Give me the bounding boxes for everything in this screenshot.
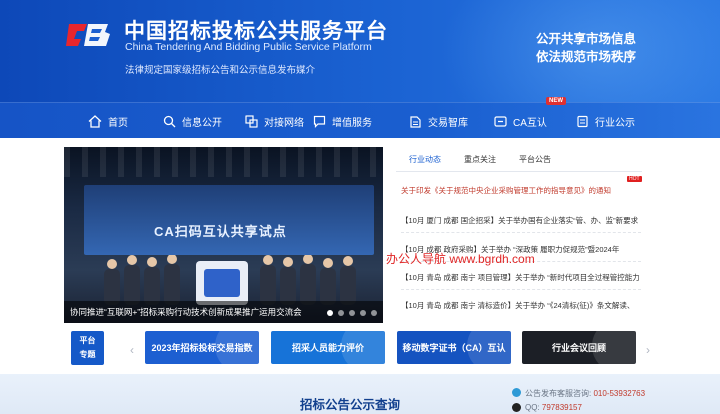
tab-key-focus[interactable]: 重点关注 [464,154,496,165]
next-arrow-icon[interactable]: › [646,343,650,357]
hotline-label: 公告发布客服咨询: [525,389,592,398]
slogan-line: 依法规范市场秩序 [535,50,636,64]
hotline: 公告发布客服咨询: 010-53932763 [525,388,645,399]
nav-label: 信息公开 [182,117,222,129]
platform-label-line: 专题 [79,350,96,359]
news-headline[interactable]: 关于印发《关于规范中央企业采购管理工作的指导意见》的通知 [401,185,611,196]
platform-label-line: 平台 [79,336,96,345]
slider-dot[interactable] [360,310,366,316]
tab-platform-notice[interactable]: 平台公告 [519,154,551,165]
nav-item-home[interactable]: 首页 [88,103,128,139]
headset-icon [512,388,521,397]
prev-arrow-icon[interactable]: ‹ [130,343,134,357]
chat-icon [313,115,326,128]
book-icon [410,115,421,128]
nav-label: 首页 [108,117,128,129]
nav-item-info-disclosure[interactable]: 信息公开 [163,103,222,139]
nav-label: 对接网络 [264,117,304,129]
nav-item-industry-notice[interactable]: 行业公示 [576,103,635,139]
nav-item-think-tank[interactable]: 交易智库 [409,103,468,139]
qq-number[interactable]: 797839157 [542,403,582,412]
site-tagline: 法律规定国家级招标公告和公示信息发布媒介 [125,65,316,76]
site-header: 中国招标投标公共服务平台 China Tendering And Bidding… [0,0,720,102]
news-item[interactable]: 【10月 青岛 成都 南宁 项目管理】关于举办 “新时代项目全过程管控能力 [401,272,641,283]
slider-dot[interactable] [371,310,377,316]
news-item[interactable]: 【10月 青岛 成都 南宁 清标造价】关于举办 “《24清标(征)》条文解读、 [401,300,641,311]
header-slogan: 公开共享市场信息 依法规范市场秩序 [536,30,636,66]
slide-caption[interactable]: 协同推进“互联网+”招标采购行动技术创新成果推广运用交流会 [70,306,302,318]
new-badge: NEW [546,97,566,105]
slide-image [84,185,374,255]
tab-industry-news[interactable]: 行业动态 [409,154,441,165]
main-nav: 首页 信息公开 对接网络 增值服务 交易智库 CA互认 NEW 行业公示 [0,97,720,139]
nav-item-ca-mutual[interactable]: CA互认 NEW [494,97,566,139]
nav-label: CA互认 [513,117,547,129]
nav-label: 交易智库 [428,117,468,129]
card-label: 招采人员能力评价 [291,343,364,353]
page: 中国招标投标公共服务平台 China Tendering And Bidding… [0,0,720,414]
news-item[interactable]: 【10月 厦门 成都 国企招采】关于举办国有企业落实“管、办、监”新要求 [401,215,641,226]
slider-dot[interactable] [349,310,355,316]
slider-dot[interactable] [327,310,333,316]
news-slider[interactable]: CA扫码互认共享试点 协同推进“互联网+”招标采购行动技术创新成果推广运用交流会 [64,147,383,323]
hot-badge: HOT [627,176,642,182]
slogan-line: 公开共享市场信息 [535,32,636,46]
search-icon [163,115,176,127]
divider [401,289,641,290]
slide-people-illustration [104,255,356,305]
list-icon [577,115,588,127]
card-ca-mutual[interactable]: 移动数字证书（CA）互认 [397,331,511,364]
slide-screen-text: CA扫码互认共享试点 [154,224,287,239]
slider-dots [327,310,377,316]
hotline-number[interactable]: 010-53932763 [593,389,645,398]
card-label: 2023年招标投标交易指数 [151,343,253,353]
news-tabs: 行业动态 重点关注 平台公告 [396,148,642,172]
site-title-english: China Tendering And Bidding Public Servi… [125,41,372,53]
card-staff-evaluation[interactable]: 招采人员能力评价 [271,331,385,364]
certificate-icon [494,115,507,127]
watermark-text: 办公人导航 www.bgrdh.com [386,252,535,266]
nav-label: 增值服务 [332,117,372,129]
network-icon [245,114,258,128]
nav-label: 行业公示 [595,117,635,129]
card-label: 行业会议回顾 [551,343,606,353]
qq-label: QQ: [525,403,540,412]
divider [401,232,641,233]
home-icon [88,114,102,128]
nav-item-value-added[interactable]: 增值服务 [313,103,372,139]
nav-item-network[interactable]: 对接网络 [245,103,304,139]
platform-logo-icon[interactable] [64,18,114,52]
card-meeting-review[interactable]: 行业会议回顾 [522,331,636,364]
query-section-title: 招标公告公示查询 [300,398,401,412]
qq-icon [512,403,521,412]
platform-topics-label: 平台 专题 [71,331,104,365]
card-transaction-index[interactable]: 2023年招标投标交易指数 [145,331,259,364]
qq-contact: QQ: 797839157 [525,403,582,412]
card-label: 移动数字证书（CA）互认 [402,343,506,353]
slider-dot[interactable] [338,310,344,316]
